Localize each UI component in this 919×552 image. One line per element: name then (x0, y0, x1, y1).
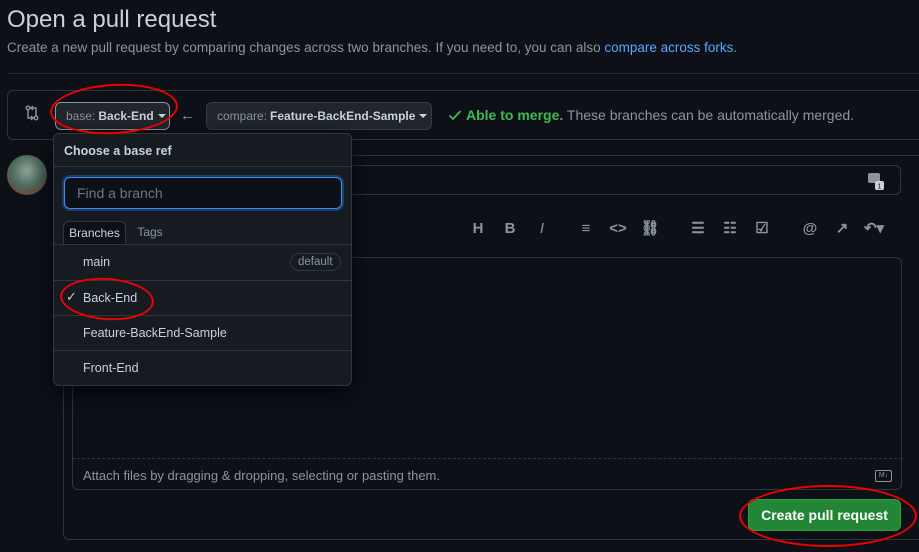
tab-tags[interactable]: Tags (130, 221, 170, 244)
branch-item-front-end[interactable]: Front-End (54, 351, 351, 386)
attach-files-text: Attach files by dragging & dropping, sel… (83, 468, 440, 483)
quote-icon[interactable]: ≡ (570, 220, 602, 238)
check-icon (448, 110, 462, 121)
merge-status-label: Able to merge. (466, 107, 564, 123)
page-subtitle: Create a new pull request by comparing c… (7, 39, 737, 57)
branch-label: Front-End (83, 361, 139, 375)
compare-branch-button[interactable]: compare: Feature-BackEnd-Sample (206, 102, 432, 130)
branch-item-feature-backend-sample[interactable]: Feature-BackEnd-Sample (54, 316, 351, 351)
divider (7, 73, 919, 74)
markdown-icon: M↓ (875, 470, 892, 482)
reference-icon[interactable]: ↗ (826, 220, 858, 238)
svg-text:1: 1 (878, 184, 882, 191)
link-icon[interactable]: ⛓ (634, 220, 666, 238)
bold-icon[interactable]: B (494, 220, 526, 238)
unordered-list-icon[interactable]: ☰ (682, 220, 714, 238)
heading-icon[interactable]: H (462, 220, 494, 238)
subtitle-text: Create a new pull request by comparing c… (7, 40, 601, 55)
divider (54, 166, 351, 167)
default-badge: default (290, 253, 341, 271)
avatar (7, 155, 47, 195)
merge-status: Able to merge. These branches can be aut… (466, 107, 854, 123)
compare-forks-link[interactable]: compare across forks (604, 40, 733, 55)
markdown-toolbar: H B I ≡ <> ⛓ ☰ ☷ ☑ @ ↗ ↶▾ (462, 220, 890, 238)
subtitle-end: . (733, 40, 738, 55)
dropdown-title: Choose a base ref (64, 144, 172, 158)
saved-replies-icon[interactable]: 1 (866, 171, 886, 191)
task-list-icon[interactable]: ☑ (746, 220, 778, 238)
undo-icon[interactable]: ↶▾ (858, 220, 890, 238)
arrow-left-icon: ← (180, 107, 195, 124)
code-icon[interactable]: <> (602, 220, 634, 238)
compare-prefix: compare: (217, 109, 268, 123)
branch-label: Feature-BackEnd-Sample (83, 326, 227, 340)
mention-icon[interactable]: @ (794, 220, 826, 238)
branch-label: main (83, 255, 111, 269)
annotation-circle (739, 485, 917, 547)
caret-down-icon (419, 114, 428, 118)
git-compare-icon (25, 105, 39, 121)
tab-branches[interactable]: Branches (63, 221, 126, 244)
ordered-list-icon[interactable]: ☷ (714, 220, 746, 238)
branch-search-input[interactable] (64, 177, 342, 209)
italic-icon[interactable]: I (526, 220, 558, 238)
compare-value: Feature-BackEnd-Sample (270, 109, 416, 123)
merge-status-detail: These branches can be automatically merg… (566, 107, 855, 123)
page-title: Open a pull request (7, 6, 217, 33)
